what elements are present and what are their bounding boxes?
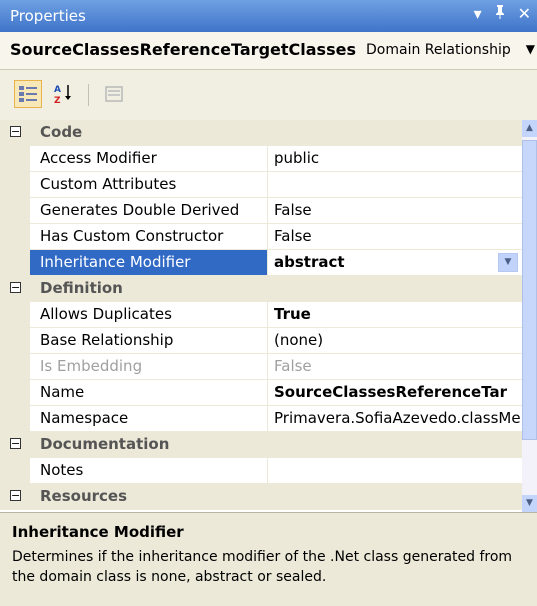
collapse-icon[interactable]: − [10,490,21,501]
properties-toolbar: A Z [0,70,537,120]
property-name: Is Embedding [30,354,268,380]
category-resources[interactable]: − Resources [0,484,522,510]
property-row[interactable]: Namespace Primavera.SofiaAzevedo.classMe [0,406,522,432]
svg-text:Z: Z [54,96,61,105]
property-value[interactable]: False [268,224,522,250]
object-selector[interactable]: SourceClassesReferenceTargetClasses Doma… [0,32,537,70]
property-row-selected[interactable]: Inheritance Modifier abstract ▼ [0,250,522,276]
property-name: Custom Attributes [30,172,268,198]
property-row[interactable]: Name SourceClassesReferenceTar [0,380,522,406]
category-label: Definition [40,279,123,297]
property-value[interactable]: public [268,146,522,172]
categorized-button[interactable] [14,80,42,108]
property-row[interactable]: Allows Duplicates True [0,302,522,328]
property-name: Has Custom Constructor [30,224,268,250]
description-panel: Inheritance Modifier Determines if the i… [0,512,537,606]
property-name: Access Modifier [30,146,268,172]
selected-object-type: Domain Relationship [366,42,511,58]
property-row[interactable]: Access Modifier public [0,146,522,172]
property-pages-button[interactable] [100,80,128,108]
description-title: Inheritance Modifier [12,523,184,541]
collapse-icon[interactable]: − [10,282,21,293]
property-row[interactable]: Has Custom Constructor False [0,224,522,250]
selector-dropdown-icon[interactable]: ▼ [526,42,535,56]
property-name: Allows Duplicates [30,302,268,328]
toolbar-separator [88,84,89,106]
scroll-up-icon[interactable]: ▲ [522,120,537,137]
collapse-icon[interactable]: − [10,438,21,449]
property-value[interactable] [268,458,522,484]
property-value[interactable] [268,172,522,198]
svg-text:A: A [54,85,61,95]
vertical-scrollbar[interactable]: ▲ ▼ [522,120,537,512]
property-value: abstract [274,253,345,271]
categorized-icon [19,86,37,102]
property-grid: − Code Access Modifier public Custom Att… [0,120,522,512]
property-name: Base Relationship [30,328,268,354]
category-label: Code [40,123,83,141]
scroll-thumb[interactable] [522,140,537,440]
property-name: Notes [30,458,268,484]
sort-alphabetical-icon: A Z [54,85,71,105]
collapse-icon[interactable]: − [10,126,21,137]
property-row[interactable]: Notes [0,458,522,484]
property-row-readonly: Is Embedding False [0,354,522,380]
selected-object-name: SourceClassesReferenceTargetClasses [10,40,356,59]
category-label: Documentation [40,435,170,453]
property-value: False [268,354,522,380]
property-row[interactable]: Base Relationship (none) [0,328,522,354]
property-value[interactable]: (none) [268,328,522,354]
property-pages-icon [105,86,123,102]
property-name: Namespace [30,406,268,432]
property-value[interactable]: Primavera.SofiaAzevedo.classMe [268,406,522,432]
property-name: Name [30,380,268,406]
alphabetical-button[interactable]: A Z [50,80,78,108]
category-label: Resources [40,487,128,505]
pin-icon[interactable] [494,4,506,24]
property-value-combo[interactable]: abstract ▼ [268,250,522,276]
property-row[interactable]: Custom Attributes [0,172,522,198]
scroll-down-icon[interactable]: ▼ [522,495,537,512]
dropdown-chevron-icon[interactable]: ▼ [498,253,518,272]
properties-title-bar: Properties ▾ ✕ [0,0,537,32]
description-text: Determines if the inheritance modifier o… [12,549,513,585]
category-documentation[interactable]: − Documentation [0,432,522,458]
category-definition[interactable]: − Definition [0,276,522,302]
window-dropdown-icon[interactable]: ▾ [474,4,482,24]
property-name: Inheritance Modifier [30,250,268,276]
property-value[interactable]: SourceClassesReferenceTar [268,380,522,406]
category-code[interactable]: − Code [0,120,522,146]
close-icon[interactable]: ✕ [518,4,531,24]
property-name: Generates Double Derived [30,198,268,224]
window-title: Properties [10,7,86,25]
property-value[interactable]: True [268,302,522,328]
property-row[interactable]: Generates Double Derived False [0,198,522,224]
property-value[interactable]: False [268,198,522,224]
